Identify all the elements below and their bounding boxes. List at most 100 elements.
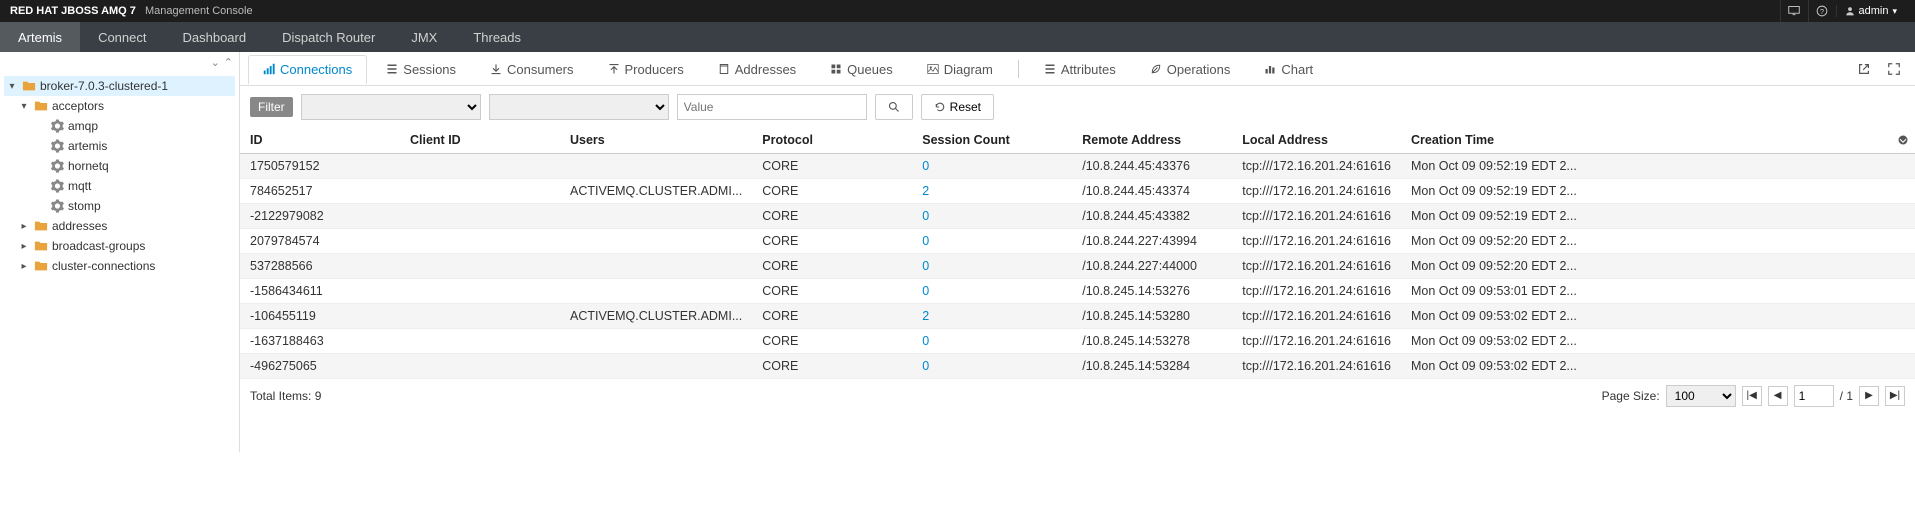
session-count-link[interactable]: 0 [922, 334, 929, 348]
tab-sessions[interactable]: Sessions [371, 55, 471, 83]
session-count-link[interactable]: 0 [922, 359, 929, 373]
cell-session-count: 0 [912, 203, 1072, 228]
col-header-client-id[interactable]: Client ID [400, 128, 560, 153]
session-count-link[interactable]: 0 [922, 284, 929, 298]
tree: ▾ broker-7.0.3-clustered-1 ▾ acceptors a… [4, 76, 235, 276]
tree-toggle-icon[interactable]: ▸ [18, 261, 30, 272]
nav-dispatch-router[interactable]: Dispatch Router [264, 22, 393, 52]
cell-client-id [400, 253, 560, 278]
page-input[interactable] [1794, 385, 1834, 407]
tree-toggle-icon[interactable]: ▸ [18, 221, 30, 232]
page-prev-button[interactable]: ◀ [1768, 386, 1788, 406]
nav-jmx[interactable]: JMX [393, 22, 455, 52]
cell-local-address: tcp:///172.16.201.24:61616 [1232, 203, 1401, 228]
tree-item-amqp[interactable]: amqp [4, 116, 235, 136]
nav-threads[interactable]: Threads [455, 22, 539, 52]
cell-client-id [400, 353, 560, 378]
filter-label: Filter [250, 97, 293, 117]
collapse-up-icon[interactable]: ⌃ [224, 56, 233, 69]
table-row[interactable]: 1750579152CORE0/10.8.244.45:43376tcp:///… [240, 153, 1915, 178]
tree-item-hornetq[interactable]: hornetq [4, 156, 235, 176]
tree-toggle-icon[interactable]: ▾ [18, 101, 30, 112]
session-count-link[interactable]: 2 [922, 184, 929, 198]
tree-item-addresses[interactable]: ▸ addresses [4, 216, 235, 236]
col-header-users[interactable]: Users [560, 128, 752, 153]
table-row[interactable]: 784652517ACTIVEMQ.CLUSTER.ADMI...CORE2/1… [240, 178, 1915, 203]
table-row[interactable]: -2122979082CORE0/10.8.244.45:43382tcp://… [240, 203, 1915, 228]
tab-connections[interactable]: Connections [248, 55, 367, 84]
col-header-protocol[interactable]: Protocol [752, 128, 912, 153]
tree-item-acceptors[interactable]: ▾ acceptors [4, 96, 235, 116]
cell-remote-address: /10.8.244.45:43374 [1072, 178, 1232, 203]
table-row[interactable]: 537288566CORE0/10.8.244.227:44000tcp:///… [240, 253, 1915, 278]
tab-addresses[interactable]: Addresses [703, 55, 811, 83]
session-count-link[interactable]: 2 [922, 309, 929, 323]
fullscreen-icon[interactable] [1881, 58, 1907, 80]
folder-icon [21, 79, 37, 93]
session-count-link[interactable]: 0 [922, 234, 929, 248]
cell-local-address: tcp:///172.16.201.24:61616 [1232, 178, 1401, 203]
filter-reset-button[interactable]: Reset [921, 94, 994, 120]
tab-queues[interactable]: Queues [815, 55, 908, 83]
filter-search-button[interactable] [875, 94, 913, 120]
tree-item-artemis[interactable]: artemis [4, 136, 235, 156]
session-count-link[interactable]: 0 [922, 259, 929, 273]
nav-connect[interactable]: Connect [80, 22, 164, 52]
col-header-id[interactable]: ID [240, 128, 400, 153]
column-config-icon[interactable] [1897, 134, 1909, 146]
filter-value-input[interactable] [677, 94, 867, 120]
tree-item-stomp[interactable]: stomp [4, 196, 235, 216]
tab-label: Consumers [507, 62, 573, 77]
page-first-button[interactable]: |◀ [1742, 386, 1762, 406]
tab-operations[interactable]: Operations [1135, 55, 1246, 83]
cell-users [560, 278, 752, 303]
cell-session-count: 0 [912, 253, 1072, 278]
external-link-icon[interactable] [1851, 58, 1877, 80]
tab-attributes[interactable]: Attributes [1029, 55, 1131, 83]
tree-item-broker-7.0.3-clustered-1[interactable]: ▾ broker-7.0.3-clustered-1 [4, 76, 235, 96]
book-icon [718, 63, 730, 75]
nav-artemis[interactable]: Artemis [0, 22, 80, 52]
tree-item-cluster-connections[interactable]: ▸ cluster-connections [4, 256, 235, 276]
col-header-creation-time[interactable]: Creation Time [1401, 128, 1915, 153]
col-header-session-count[interactable]: Session Count [912, 128, 1072, 153]
cell-local-address: tcp:///172.16.201.24:61616 [1232, 303, 1401, 328]
monitor-icon[interactable] [1780, 0, 1808, 22]
table-row[interactable]: -106455119ACTIVEMQ.CLUSTER.ADMI...CORE2/… [240, 303, 1915, 328]
help-icon[interactable]: ? [1808, 0, 1836, 22]
list-icon [1044, 63, 1056, 75]
filter-field-select[interactable] [301, 94, 481, 120]
tree-label: mqtt [68, 179, 91, 193]
collapse-down-icon[interactable]: ⌄ [211, 56, 220, 69]
main-panel: ConnectionsSessions Consumers ProducersAdd… [240, 52, 1915, 452]
filter-op-select[interactable] [489, 94, 669, 120]
tree-item-mqtt[interactable]: mqtt [4, 176, 235, 196]
col-header-local-address[interactable]: Local Address [1232, 128, 1401, 153]
col-header-remote-address[interactable]: Remote Address [1072, 128, 1232, 153]
session-count-link[interactable]: 0 [922, 209, 929, 223]
session-count-link[interactable]: 0 [922, 159, 929, 173]
table-row[interactable]: -1637188463CORE0/10.8.245.14:53278tcp://… [240, 328, 1915, 353]
cell-protocol: CORE [752, 278, 912, 303]
page-last-button[interactable]: ▶| [1885, 386, 1905, 406]
cell-creation-time: Mon Oct 09 09:52:20 EDT 2... [1401, 228, 1915, 253]
tree-toggle-icon[interactable]: ▾ [6, 81, 18, 92]
tab-chart[interactable]: Chart [1249, 55, 1328, 83]
tab-producers[interactable]: Producers [593, 55, 699, 83]
nav-dashboard[interactable]: Dashboard [164, 22, 264, 52]
tree-toggle-icon[interactable]: ▸ [18, 241, 30, 252]
table-row[interactable]: -1586434611CORE0/10.8.245.14:53276tcp://… [240, 278, 1915, 303]
page-size-select[interactable]: 100 [1666, 385, 1736, 407]
table-row[interactable]: 2079784574CORE0/10.8.244.227:43994tcp://… [240, 228, 1915, 253]
cell-protocol: CORE [752, 178, 912, 203]
table-body: 1750579152CORE0/10.8.244.45:43376tcp:///… [240, 153, 1915, 378]
user-menu[interactable]: admin ▾ [1836, 5, 1906, 17]
page-next-button[interactable]: ▶ [1859, 386, 1879, 406]
cell-creation-time: Mon Oct 09 09:53:02 EDT 2... [1401, 328, 1915, 353]
table-row[interactable]: -496275065CORE0/10.8.245.14:53284tcp:///… [240, 353, 1915, 378]
tree-item-broadcast-groups[interactable]: ▸ broadcast-groups [4, 236, 235, 256]
tab-diagram[interactable]: Diagram [912, 55, 1008, 83]
tab-consumers[interactable]: Consumers [475, 55, 588, 83]
tab-label: Chart [1281, 62, 1313, 77]
cell-session-count: 0 [912, 278, 1072, 303]
